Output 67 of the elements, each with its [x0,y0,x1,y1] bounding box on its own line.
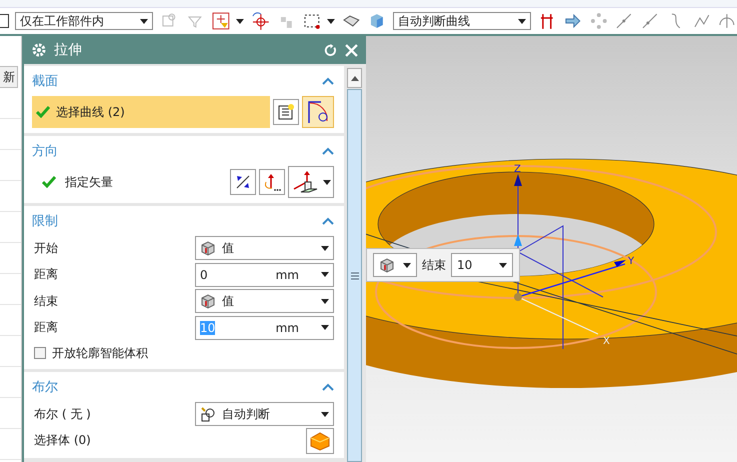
caret-icon [327,18,336,24]
caret-icon [518,18,526,24]
double-arrow-icon [234,173,252,191]
curve-rule-dropdown[interactable]: 自动判断曲线 [392,12,532,30]
section-title: 限制 [32,213,58,230]
caret-icon [403,262,411,268]
section-title: 布尔 [32,379,58,396]
section-title: 截面 [32,73,58,90]
field-label: 距离 [34,266,58,284]
smart-volume-checkbox[interactable]: 开放轮廓智能体积 [32,341,334,365]
distance-field[interactable]: 0 mm [195,262,334,287]
side-button[interactable]: 新 [0,66,18,88]
field-label: 结束 [422,256,446,274]
dialog-title: 拉伸 [54,41,83,59]
sketch-button[interactable] [273,99,299,125]
crosshair-icon[interactable] [250,11,270,31]
value-dropdown[interactable]: 自动判断 [195,402,334,426]
value-dropdown[interactable]: 值 [195,289,334,314]
field-label: 布尔 ( 无 ) [34,406,91,423]
close-icon[interactable] [345,44,358,56]
field-label: 选择体 (0) [34,432,91,450]
cube-icon [200,240,216,256]
section-title: 方向 [32,143,58,160]
vector-icon [262,172,282,192]
field-label: 开始 [34,240,58,257]
coordinate-axes-drawing: Z Y X [514,164,634,350]
vector-axis-icon [291,170,319,194]
cube-icon [379,257,395,273]
collapse-icon[interactable] [322,77,334,85]
caret-icon [140,18,148,24]
distance-field[interactable]: 10 mm [195,316,334,340]
caret-icon [321,325,329,330]
scroll-up-icon[interactable] [350,76,358,80]
reverse-direction-button[interactable] [230,169,256,195]
field-label: 结束 [34,292,58,310]
caret-icon [236,18,244,24]
cube-icon [200,293,216,310]
select-body-button[interactable] [306,428,334,454]
collapse-icon[interactable] [322,147,334,155]
line-icon[interactable] [640,11,660,31]
reset-icon[interactable] [324,44,337,56]
end-distance-field[interactable]: 10 [451,253,513,277]
collapse-icon[interactable] [322,217,334,225]
caret-icon [321,246,329,251]
solid-body-icon [309,430,331,451]
filter-dropdown[interactable]: 仅在工作部件内 [14,12,154,30]
value-dropdown[interactable]: 值 [195,236,334,260]
field-label: 距离 [34,319,58,336]
select-curve-row[interactable]: 选择曲线 (2) [32,96,270,128]
caret-icon [323,180,331,184]
arc-icon[interactable] [717,11,737,31]
snap-icon[interactable] [210,11,230,31]
caret-icon [321,412,329,417]
toolbar-button[interactable] [0,14,9,28]
caret-icon [321,298,329,304]
curve-button[interactable] [302,96,334,128]
type-dropdown[interactable] [373,253,417,277]
collapse-icon[interactable] [322,383,334,391]
caret-icon [321,272,329,278]
grip-icon [350,272,358,280]
sketch-icon [277,103,295,121]
field-label: 指定矢量 [65,174,114,190]
settings-icon[interactable] [32,43,46,57]
caret-icon [499,262,507,268]
scrollbar[interactable] [347,68,362,462]
vector-type-dropdown[interactable] [288,166,334,198]
vector-dialog-button[interactable] [259,169,285,195]
